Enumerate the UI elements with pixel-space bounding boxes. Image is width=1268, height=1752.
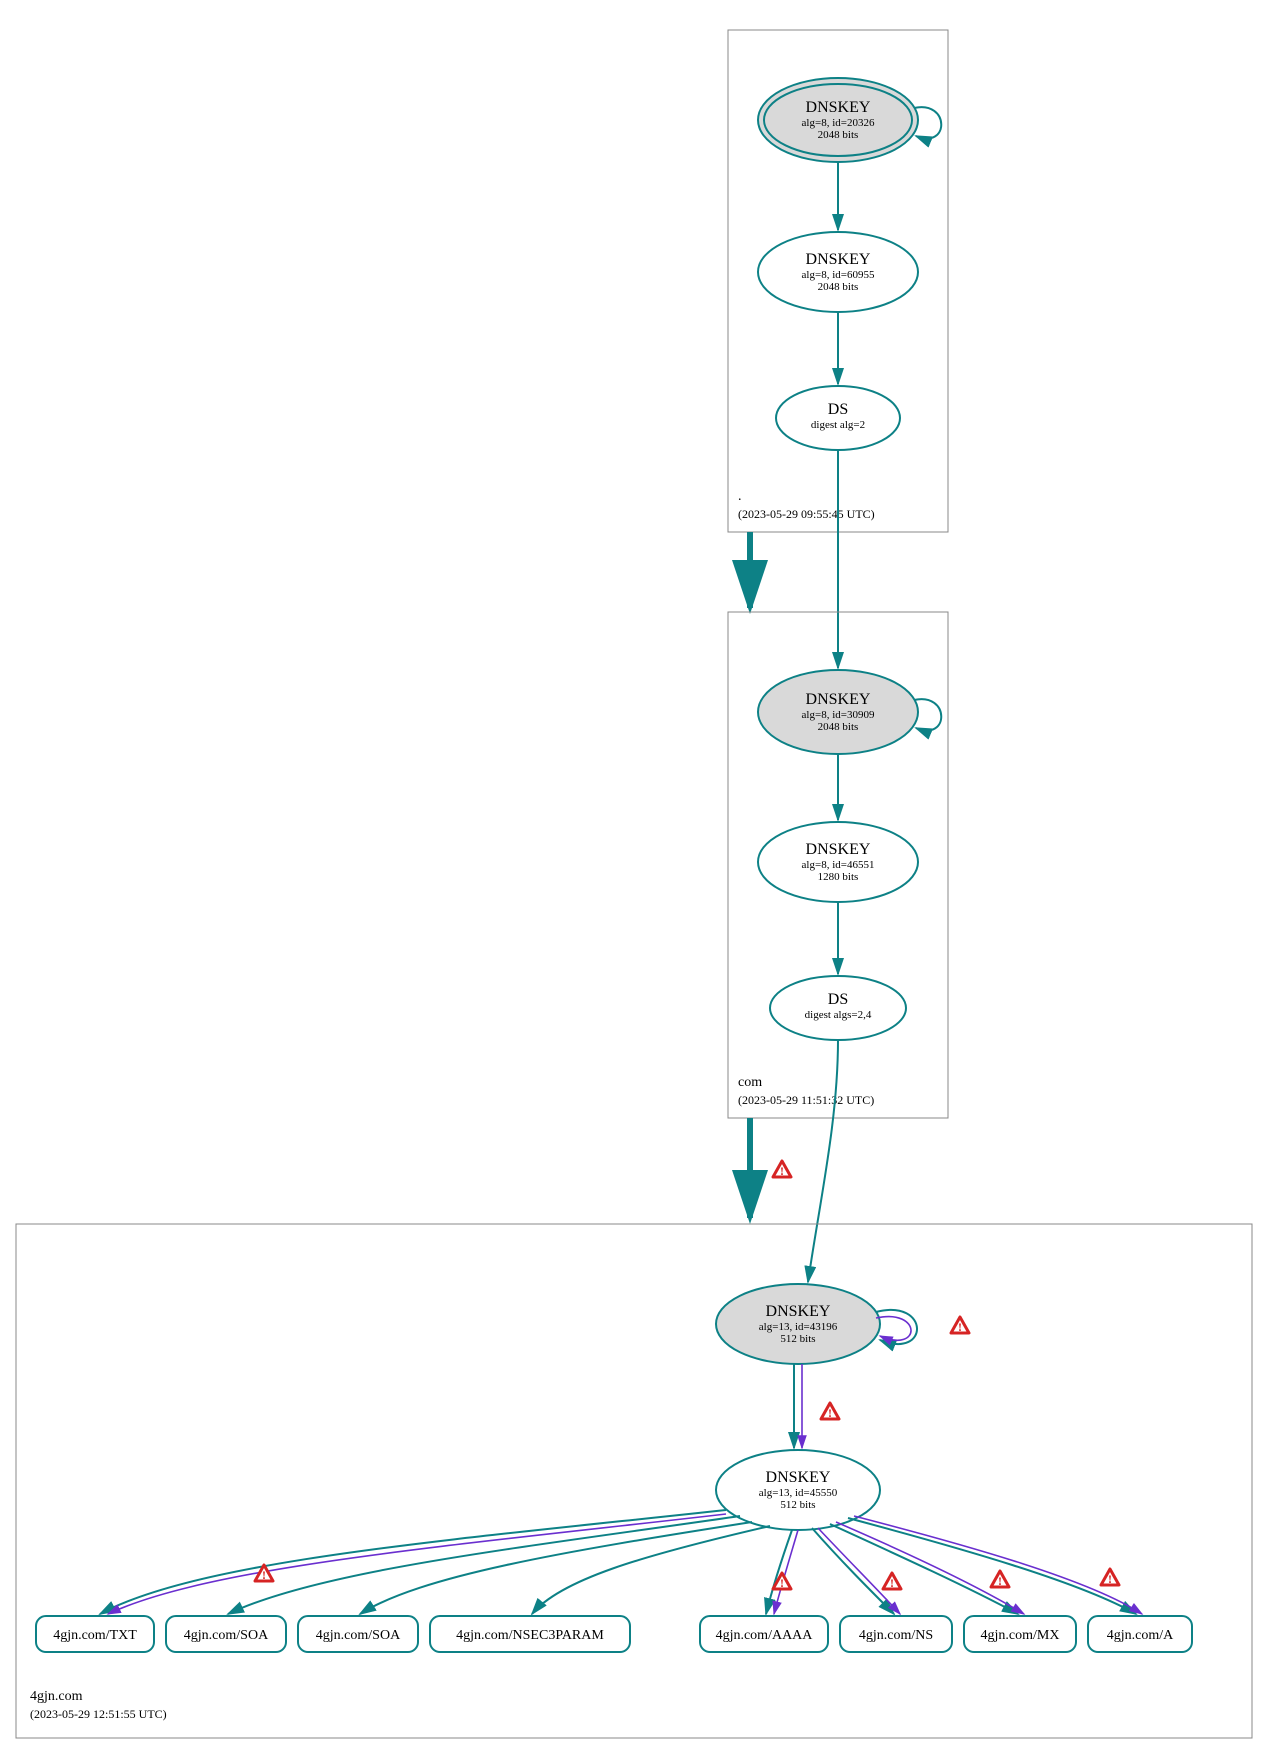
svg-text:512 bits: 512 bits — [780, 1333, 815, 1345]
node-com-dnskey-ksk[interactable]: DNSKEY alg=8, id=30909 2048 bits — [758, 670, 918, 754]
edge-zsk-to-soa2 — [360, 1522, 752, 1614]
svg-text:DNSKEY: DNSKEY — [806, 691, 871, 708]
svg-text:alg=8, id=30909: alg=8, id=30909 — [802, 709, 875, 721]
svg-text:DNSKEY: DNSKEY — [806, 99, 871, 116]
node-domain-dnskey-zsk[interactable]: DNSKEY alg=13, id=45550 512 bits — [716, 1450, 880, 1530]
node-root-dnskey-ksk[interactable]: DNSKEY alg=8, id=20326 2048 bits — [758, 78, 918, 162]
dnssec-diagram: ! . (2023-05-29 09:55:45 UTC) DNSKEY alg… — [0, 0, 1268, 1752]
svg-text:alg=13, id=43196: alg=13, id=43196 — [759, 1321, 838, 1333]
svg-text:DNSKEY: DNSKEY — [766, 1303, 831, 1320]
zone-domain-label: 4gjn.com — [30, 1689, 83, 1704]
svg-text:DS: DS — [828, 401, 848, 418]
svg-text:digest alg=2: digest alg=2 — [811, 419, 865, 431]
svg-text:alg=8, id=46551: alg=8, id=46551 — [802, 859, 875, 871]
warn-icon — [951, 1317, 969, 1334]
zone-root-label: . — [738, 489, 742, 504]
rr-soa-1[interactable]: 4gjn.com/SOA — [166, 1616, 286, 1652]
node-com-ds[interactable]: DS digest algs=2,4 — [770, 976, 906, 1040]
warn-icon — [1101, 1569, 1119, 1586]
svg-text:digest algs=2,4: digest algs=2,4 — [805, 1009, 872, 1021]
rr-txt[interactable]: 4gjn.com/TXT — [36, 1616, 154, 1652]
svg-text:4gjn.com/AAAA: 4gjn.com/AAAA — [716, 1628, 814, 1643]
rr-a[interactable]: 4gjn.com/A — [1088, 1616, 1192, 1652]
svg-text:alg=8, id=60955: alg=8, id=60955 — [802, 269, 875, 281]
svg-text:4gjn.com/SOA: 4gjn.com/SOA — [316, 1628, 401, 1643]
rr-aaaa[interactable]: 4gjn.com/AAAA — [700, 1616, 828, 1652]
svg-text:DNSKEY: DNSKEY — [806, 841, 871, 858]
svg-text:2048 bits: 2048 bits — [818, 721, 859, 733]
svg-text:DNSKEY: DNSKEY — [806, 251, 871, 268]
svg-text:4gjn.com/TXT: 4gjn.com/TXT — [53, 1628, 137, 1643]
edge-com-ds-to-domain-ksk — [808, 1040, 838, 1282]
rr-nsec3param[interactable]: 4gjn.com/NSEC3PARAM — [430, 1616, 630, 1652]
zone-com-label: com — [738, 1075, 762, 1090]
rr-soa-2[interactable]: 4gjn.com/SOA — [298, 1616, 418, 1652]
zone-com-timestamp: (2023-05-29 11:51:32 UTC) — [738, 1093, 874, 1107]
warn-icon — [773, 1161, 791, 1178]
svg-text:4gjn.com/NSEC3PARAM: 4gjn.com/NSEC3PARAM — [456, 1628, 604, 1643]
svg-text:4gjn.com/SOA: 4gjn.com/SOA — [184, 1628, 269, 1643]
node-com-dnskey-zsk[interactable]: DNSKEY alg=8, id=46551 1280 bits — [758, 822, 918, 902]
node-root-dnskey-zsk[interactable]: DNSKEY alg=8, id=60955 2048 bits — [758, 232, 918, 312]
svg-text:alg=13, id=45550: alg=13, id=45550 — [759, 1487, 838, 1499]
rr-mx[interactable]: 4gjn.com/MX — [964, 1616, 1076, 1652]
rr-ns[interactable]: 4gjn.com/NS — [840, 1616, 952, 1652]
svg-text:DNSKEY: DNSKEY — [766, 1469, 831, 1486]
svg-text:512 bits: 512 bits — [780, 1499, 815, 1511]
edge-zsk-to-ns-purple — [818, 1528, 900, 1614]
warn-icon — [773, 1573, 791, 1590]
svg-text:4gjn.com/NS: 4gjn.com/NS — [859, 1628, 933, 1643]
warn-icon — [821, 1403, 839, 1420]
svg-text:DS: DS — [828, 991, 848, 1008]
zone-domain-timestamp: (2023-05-29 12:51:55 UTC) — [30, 1707, 167, 1721]
zone-root-timestamp: (2023-05-29 09:55:45 UTC) — [738, 507, 875, 521]
node-root-ds[interactable]: DS digest alg=2 — [776, 386, 900, 450]
svg-text:4gjn.com/A: 4gjn.com/A — [1107, 1628, 1174, 1643]
rrset-row: 4gjn.com/TXT 4gjn.com/SOA 4gjn.com/SOA 4… — [36, 1616, 1192, 1652]
warn-icon — [991, 1571, 1009, 1588]
edge-zsk-to-aaaa — [766, 1530, 792, 1614]
node-domain-dnskey-ksk[interactable]: DNSKEY alg=13, id=43196 512 bits — [716, 1284, 880, 1364]
svg-text:1280 bits: 1280 bits — [818, 871, 859, 883]
edge-zsk-to-ns — [812, 1528, 894, 1614]
svg-text:alg=8, id=20326: alg=8, id=20326 — [802, 117, 875, 129]
zone-domain-box — [16, 1224, 1252, 1738]
edge-domain-ksk-self-purple — [876, 1317, 911, 1341]
svg-text:2048 bits: 2048 bits — [818, 129, 859, 141]
svg-text:2048 bits: 2048 bits — [818, 281, 859, 293]
svg-text:4gjn.com/MX: 4gjn.com/MX — [981, 1628, 1060, 1643]
warn-icon — [883, 1573, 901, 1590]
